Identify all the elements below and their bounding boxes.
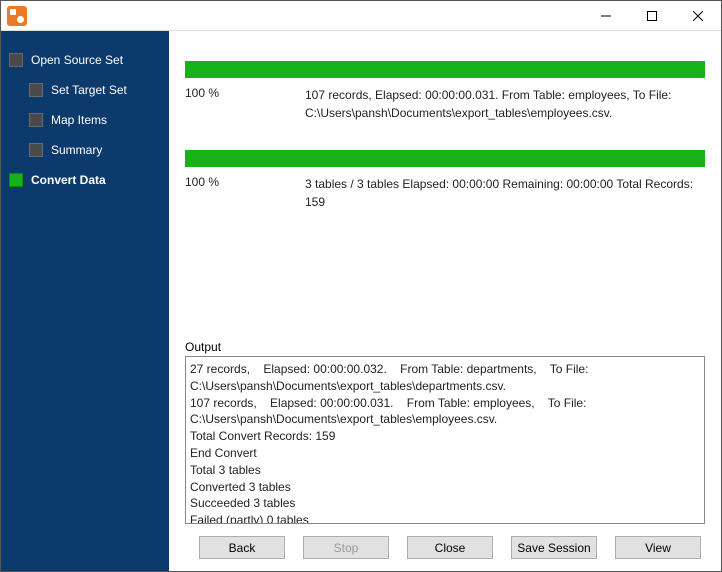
back-button[interactable]: Back <box>199 536 285 559</box>
maximize-button[interactable] <box>629 1 675 31</box>
nav-set-target-set[interactable]: Set Target Set <box>1 75 169 105</box>
stop-button[interactable]: Stop <box>303 536 389 559</box>
nav-map-items[interactable]: Map Items <box>1 105 169 135</box>
progress-bar-overall <box>185 150 705 167</box>
button-bar: Back Stop Close Save Session View <box>199 524 705 561</box>
progress-task-details: 107 records, Elapsed: 00:00:00.031. From… <box>305 86 705 122</box>
maximize-icon <box>647 11 657 21</box>
progress-overall: 100 % 3 tables / 3 tables Elapsed: 00:00… <box>185 150 705 211</box>
minimize-icon <box>601 11 611 21</box>
view-button[interactable]: View <box>615 536 701 559</box>
progress-overall-details: 3 tables / 3 tables Elapsed: 00:00:00 Re… <box>305 175 705 211</box>
nav-summary[interactable]: Summary <box>1 135 169 165</box>
nav-box-icon <box>29 143 43 157</box>
nav-box-icon <box>9 173 23 187</box>
nav-label: Map Items <box>51 113 107 127</box>
output-textarea[interactable]: 27 records, Elapsed: 00:00:00.032. From … <box>185 356 705 524</box>
progress-overall-pct: 100 % <box>185 175 255 189</box>
app-icon <box>7 6 27 26</box>
close-icon <box>693 11 703 21</box>
progress-task-pct: 100 % <box>185 86 255 100</box>
nav-label: Open Source Set <box>31 53 123 67</box>
titlebar <box>1 1 721 31</box>
output-text: 27 records, Elapsed: 00:00:00.032. From … <box>190 362 592 524</box>
progress-task: 100 % 107 records, Elapsed: 00:00:00.031… <box>185 61 705 122</box>
nav-box-icon <box>29 83 43 97</box>
save-session-button[interactable]: Save Session <box>511 536 597 559</box>
nav-box-icon <box>29 113 43 127</box>
nav-label: Set Target Set <box>51 83 127 97</box>
content: Open Source Set Set Target Set Map Items… <box>1 31 721 571</box>
nav-convert-data[interactable]: Convert Data <box>1 165 169 195</box>
nav-label: Convert Data <box>31 173 106 187</box>
nav-label: Summary <box>51 143 102 157</box>
progress-bar-task <box>185 61 705 78</box>
close-window-button[interactable] <box>675 1 721 31</box>
output-label: Output <box>185 340 705 354</box>
nav-open-source-set[interactable]: Open Source Set <box>1 45 169 75</box>
window-controls <box>583 1 721 31</box>
sidebar: Open Source Set Set Target Set Map Items… <box>1 31 169 571</box>
minimize-button[interactable] <box>583 1 629 31</box>
app-window: Open Source Set Set Target Set Map Items… <box>0 0 722 572</box>
close-button[interactable]: Close <box>407 536 493 559</box>
nav-box-icon <box>9 53 23 67</box>
main-panel: 100 % 107 records, Elapsed: 00:00:00.031… <box>169 31 721 571</box>
